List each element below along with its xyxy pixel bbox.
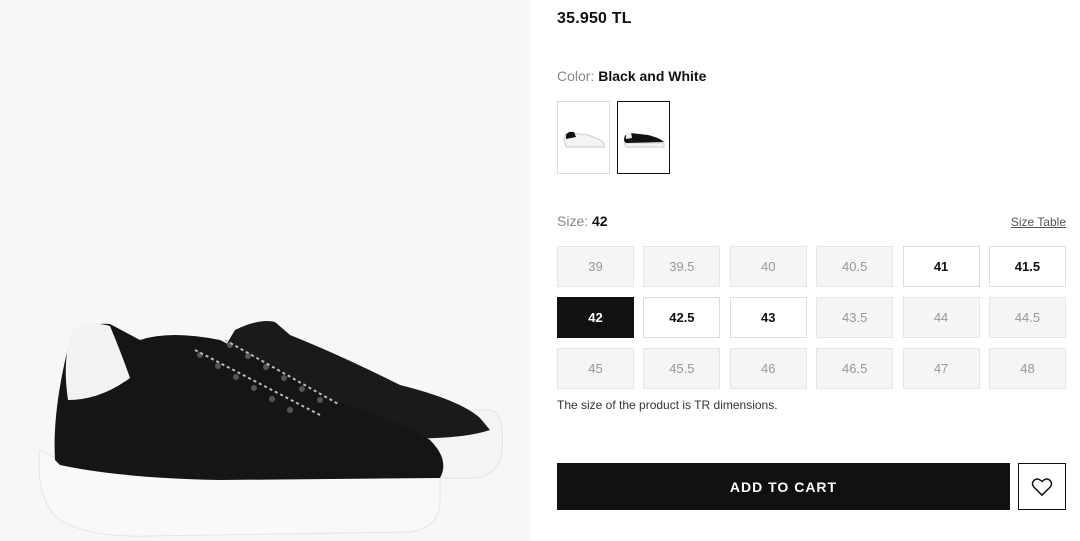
size-option-42-5[interactable]: 42.5 — [643, 297, 721, 338]
size-option-40[interactable]: 40 — [729, 246, 807, 287]
size-option-43-5[interactable]: 43.5 — [816, 297, 894, 338]
size-grid: 39 39.5 40 40.5 41 41.5 42 42.5 43 43.5 44 44.5 45 45… — [557, 246, 1066, 389]
size-option-45[interactable]: 45 — [557, 348, 634, 389]
color-label: Color: — [557, 68, 595, 84]
size-note: The size of the product is TR dimensions… — [557, 398, 778, 412]
product-gallery — [0, 0, 530, 541]
size-selector-label: Size: 42 — [557, 213, 608, 229]
sneaker-image — [38, 321, 503, 537]
wishlist-button[interactable] — [1018, 463, 1066, 510]
size-option-41-5[interactable]: 41.5 — [988, 246, 1066, 287]
heart-icon — [1031, 477, 1053, 496]
size-option-39[interactable]: 39 — [557, 246, 634, 287]
product-details: 35.950 TL Color: Black and White Size: 4… — [530, 0, 1080, 541]
swatch-white-sneaker[interactable] — [557, 101, 610, 174]
size-option-41[interactable]: 41 — [902, 246, 980, 287]
size-option-47[interactable]: 47 — [902, 348, 980, 389]
color-value: Black and White — [598, 68, 707, 84]
size-option-39-5[interactable]: 39.5 — [643, 246, 721, 287]
white-sneaker-thumbnail — [562, 131, 604, 147]
size-option-40-5[interactable]: 40.5 — [816, 246, 894, 287]
size-option-43[interactable]: 43 — [729, 297, 807, 338]
black-sneaker-thumbnail — [622, 131, 664, 147]
size-option-44-5[interactable]: 44.5 — [988, 297, 1066, 338]
size-table-link[interactable]: Size Table — [1011, 215, 1066, 229]
size-header: Size: 42 Size Table — [557, 213, 1066, 229]
size-option-46[interactable]: 46 — [729, 348, 807, 389]
size-option-46-5[interactable]: 46.5 — [816, 348, 894, 389]
size-label: Size: — [557, 213, 589, 229]
size-value: 42 — [592, 213, 608, 229]
add-to-cart-button[interactable]: ADD TO CART — [557, 463, 1010, 510]
color-swatches — [557, 101, 670, 174]
swatch-black-sneaker[interactable] — [617, 101, 670, 174]
product-price: 35.950 TL — [557, 10, 632, 27]
size-option-44[interactable]: 44 — [902, 297, 980, 338]
size-option-42[interactable]: 42 — [557, 297, 634, 338]
color-selector-label: Color: Black and White — [557, 68, 706, 84]
size-option-48[interactable]: 48 — [988, 348, 1066, 389]
size-option-45-5[interactable]: 45.5 — [643, 348, 721, 389]
